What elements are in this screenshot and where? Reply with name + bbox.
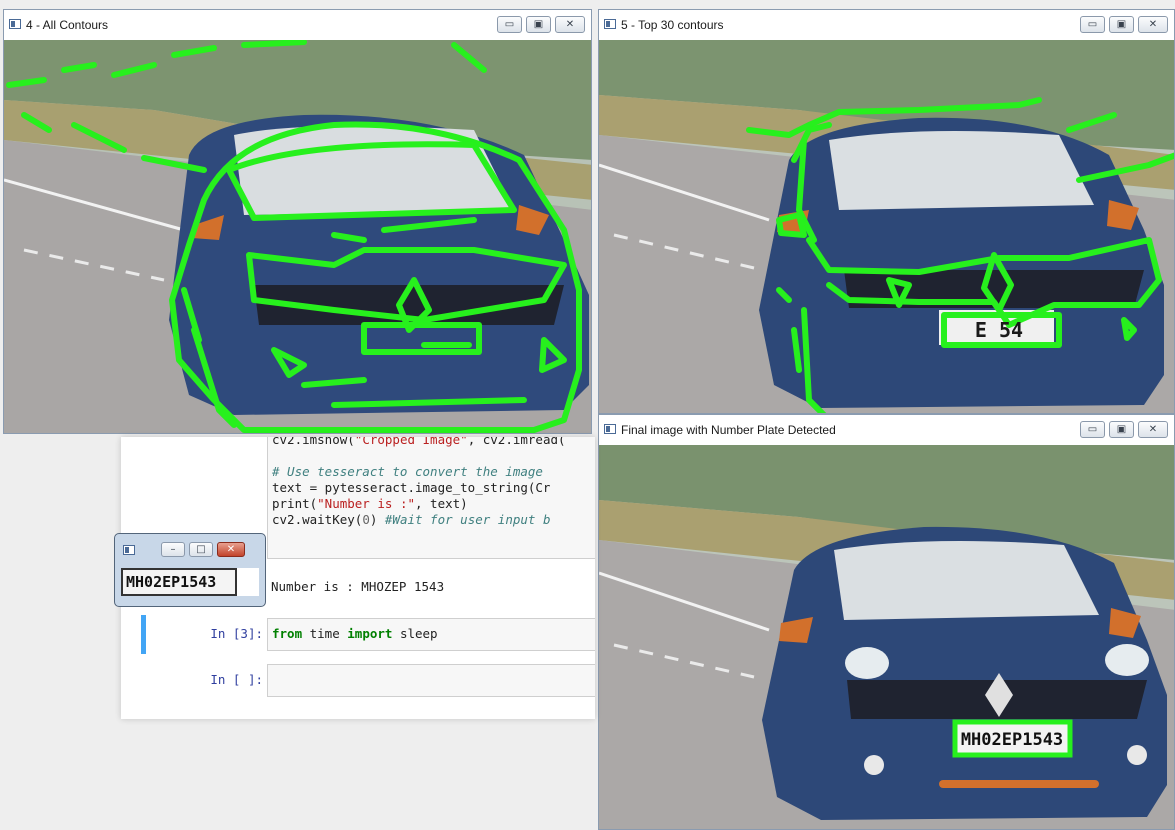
code-module: time (302, 626, 348, 641)
code-editor[interactable]: cv2.imshow("Cropped Image", cv2.imread( … (272, 437, 566, 528)
code-token: "Cropped Image" (354, 437, 468, 447)
title-bar[interactable]: 5 - Top 30 contours ▭ ▣ ✕ (599, 10, 1174, 39)
plate-partial-text: E 54 (975, 318, 1023, 342)
code-token: ) (369, 512, 385, 527)
code-cell-empty[interactable] (267, 664, 595, 697)
cropped-plate-image: MH02EP1543 (121, 568, 237, 596)
code-cell[interactable]: cv2.imshow("Cropped Image", cv2.imread( … (267, 437, 595, 559)
window-title: 4 - All Contours (26, 18, 109, 32)
code-line[interactable]: # Use tesseract to convert the image (272, 464, 566, 480)
code-line[interactable]: cv2.waitKey(0) #Wait for user input b (272, 512, 566, 528)
code-name: sleep (392, 626, 438, 641)
code-token: print( (272, 496, 318, 511)
all-contours-window[interactable]: 4 - All Contours ▭ ▣ ✕ (3, 9, 592, 434)
app-icon (123, 545, 135, 555)
app-icon (604, 19, 616, 29)
car-photo-final: MH02EP1543 (599, 445, 1174, 829)
window-title: Final image with Number Plate Detected (621, 423, 836, 437)
code-token: cv2.waitKey( (272, 512, 363, 527)
cell-prompt: In [3]: (210, 626, 263, 641)
cell-prompt-empty: In [ ]: (210, 672, 263, 687)
maximize-button[interactable]: □ (189, 542, 213, 557)
app-icon (9, 19, 21, 29)
code-token: , text) (415, 496, 468, 511)
minimize-button[interactable]: ▭ (1080, 16, 1105, 33)
window-title: 5 - Top 30 contours (621, 18, 724, 32)
close-button[interactable]: ✕ (217, 542, 245, 557)
maximize-button[interactable]: ▣ (526, 16, 551, 33)
minimize-button[interactable]: ▭ (1080, 421, 1105, 438)
maximize-button[interactable]: ▣ (1109, 16, 1134, 33)
keyword-from: from (272, 626, 303, 641)
code-token: text = pytesseract.image_to_string(Cr (272, 480, 551, 495)
close-button[interactable]: ✕ (1138, 16, 1168, 33)
minimize-button[interactable]: ▭ (497, 16, 522, 33)
code-token: , cv2.imread( (467, 437, 566, 447)
car-photo-top-contours: E 54 (599, 40, 1174, 413)
maximize-button[interactable]: ▣ (1109, 421, 1134, 438)
top-contours-window[interactable]: 5 - Top 30 contours ▭ ▣ ✕ E 54 (598, 9, 1175, 414)
code-line[interactable]: print("Number is :", text) (272, 496, 566, 512)
app-icon (604, 424, 616, 434)
code-token: # Use tesseract to convert the image (272, 464, 543, 479)
car-photo-with-contours (4, 40, 591, 433)
minimize-button[interactable]: – (161, 542, 185, 557)
title-bar[interactable]: 4 - All Contours ▭ ▣ ✕ (4, 10, 591, 39)
code-line[interactable]: text = pytesseract.image_to_string(Cr (272, 480, 566, 496)
code-line[interactable] (272, 448, 566, 464)
cropped-plate-window[interactable]: – □ ✕ MH02EP1543 (114, 533, 266, 607)
final-image: MH02EP1543 (599, 445, 1174, 829)
close-button[interactable]: ✕ (555, 16, 585, 33)
final-image-window[interactable]: Final image with Number Plate Detected ▭… (598, 414, 1175, 830)
code-token: cv2.imshow( (272, 437, 355, 447)
code-cell-input[interactable]: from time import sleep (267, 618, 595, 651)
code-token: 0 (362, 512, 370, 527)
plate-text: MH02EP1543 (961, 730, 1063, 750)
code-token: "Number is :" (317, 496, 415, 511)
top-contours-image: E 54 (599, 40, 1174, 413)
code-line[interactable]: cv2.imshow("Cropped Image", cv2.imread( (272, 437, 566, 448)
close-button[interactable]: ✕ (1138, 421, 1168, 438)
keyword-import: import (347, 626, 393, 641)
code-line[interactable]: from time import sleep (272, 626, 438, 642)
popup-blank-area (237, 568, 259, 596)
contours-image (4, 40, 591, 433)
plate-text: MH02EP1543 (126, 573, 217, 591)
title-bar[interactable]: Final image with Number Plate Detected ▭… (599, 415, 1174, 444)
code-token: #Wait for user input b (384, 512, 551, 527)
cell-output: Number is : MHOZEP 1543 (271, 579, 445, 594)
